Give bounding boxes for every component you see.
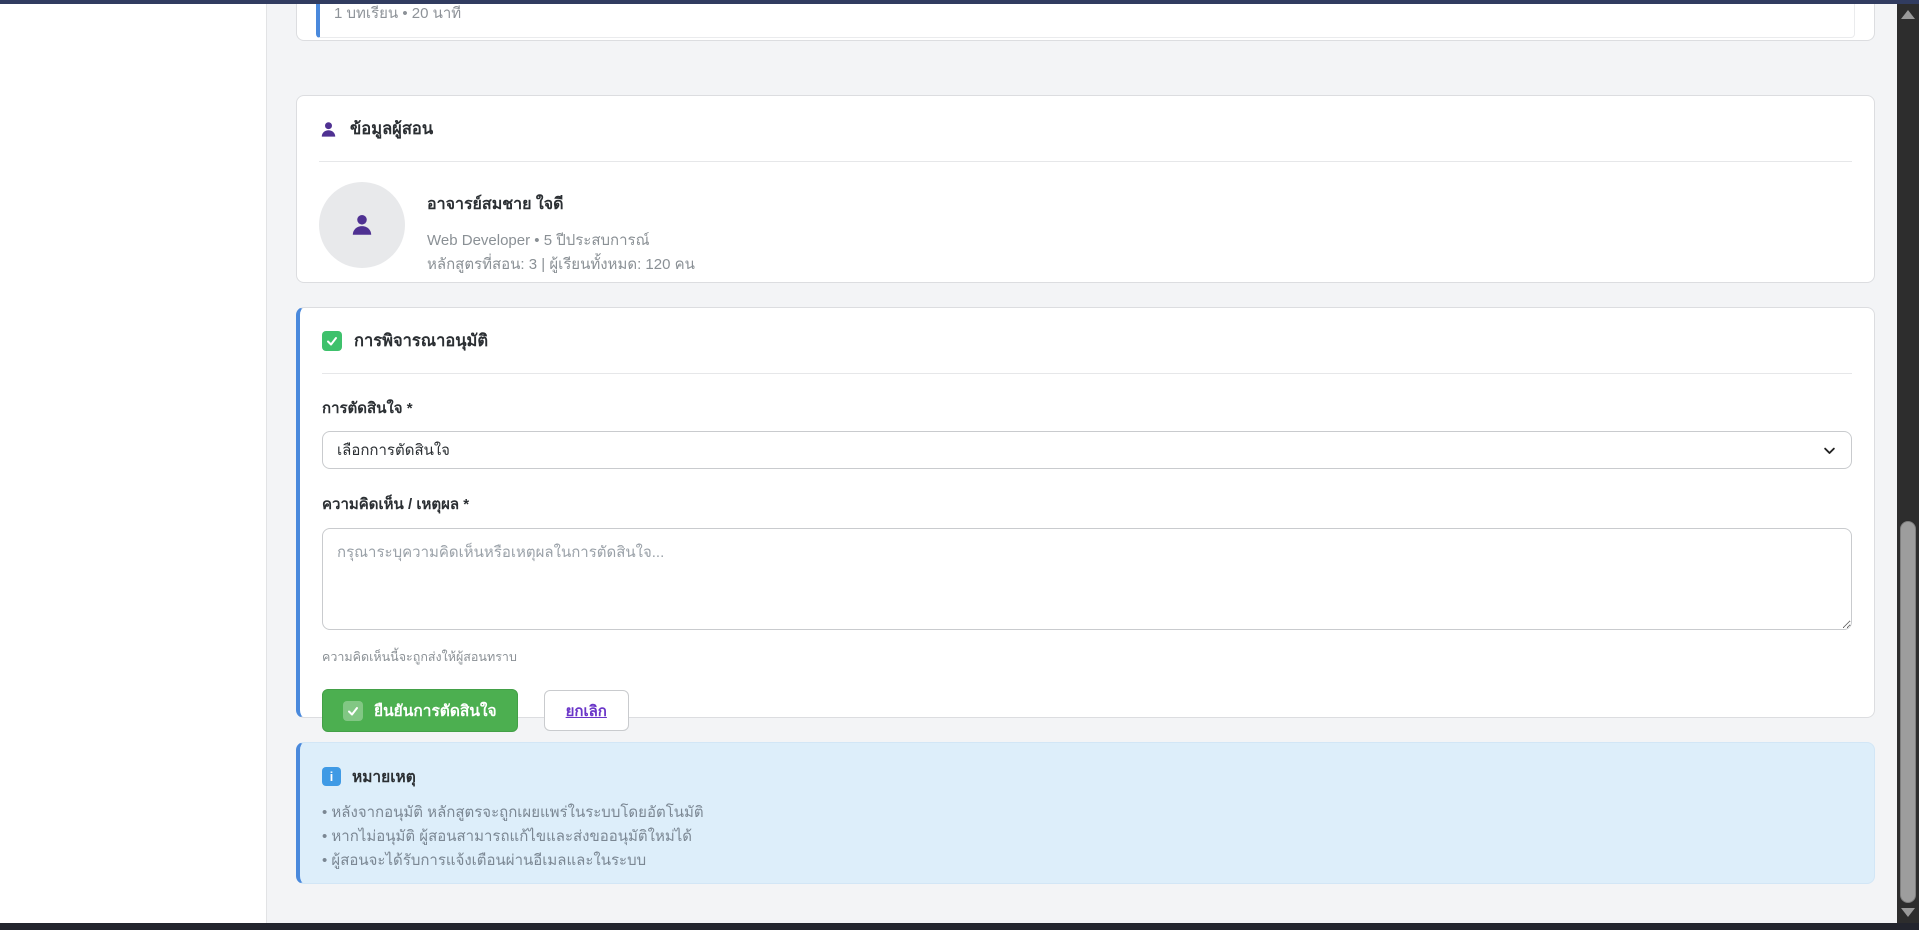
note-item: • หลังจากอนุมัติ หลักสูตรจะถูกเผยแพร่ในร… xyxy=(322,801,1852,825)
note-item: • หากไม่อนุมัติ ผู้สอนสามารถแก้ไขและส่งข… xyxy=(322,825,1852,849)
info-icon-glyph: i xyxy=(330,770,333,784)
note-items-list: • หลังจากอนุมัติ หลักสูตรจะถูกเผยแพร่ในร… xyxy=(322,801,1852,873)
instructor-details: อาจารย์สมชาย ใจดี Web Developer • 5 ปีปร… xyxy=(297,162,1874,297)
scroll-up-button[interactable] xyxy=(1901,10,1915,19)
instructor-avatar xyxy=(319,182,405,268)
comment-help-text: ความคิดเห็นนี้จะถูกส่งให้ผู้สอนทราบ xyxy=(322,647,1852,667)
instructor-info-card: ข้อมูลผู้สอน อาจารย์สมชาย ใจดี Web Devel… xyxy=(296,95,1875,283)
scroll-down-button[interactable] xyxy=(1901,908,1915,917)
cancel-button[interactable]: ยกเลิก xyxy=(544,690,629,731)
info-icon: i xyxy=(322,767,341,786)
instructor-name: อาจารย์สมชาย ใจดี xyxy=(427,192,695,217)
avatar-person-icon xyxy=(349,212,375,238)
scrollbar-thumb[interactable] xyxy=(1900,521,1916,903)
comment-textarea[interactable] xyxy=(322,528,1852,630)
chevron-down-icon xyxy=(1822,443,1837,458)
cancel-button-label: ยกเลิก xyxy=(566,699,607,723)
approval-card: การพิจารณาอนุมัติ การตัดสินใจ * เลือกการ… xyxy=(296,307,1875,718)
top-navbar-edge xyxy=(0,0,1919,4)
content-column: 1 บทเรียน • 20 นาที ข้อมูลผู้สอน xyxy=(296,4,1875,884)
approval-card-header: การพิจารณาอนุมัติ xyxy=(322,308,1852,374)
vertical-scrollbar[interactable] xyxy=(1897,4,1919,923)
note-card-title: หมายเหตุ xyxy=(352,764,416,789)
note-card: i หมายเหตุ • หลังจากอนุมัติ หลักสูตรจะถู… xyxy=(296,742,1875,884)
instructor-stats-line: หลักสูตรที่สอน: 3 | ผู้เรียนทั้งหมด: 120… xyxy=(427,253,695,277)
main-content-area: 1 บทเรียน • 20 นาที ข้อมูลผู้สอน xyxy=(268,4,1897,923)
approval-card-title: การพิจารณาอนุมัติ xyxy=(354,328,488,354)
lesson-item: 1 บทเรียน • 20 นาที xyxy=(316,4,1855,38)
bottom-footer-edge xyxy=(0,923,1919,930)
approval-form: การตัดสินใจ * เลือกการตัดสินใจ ความคิดเห… xyxy=(300,374,1874,754)
comment-label: ความคิดเห็น / เหตุผล * xyxy=(322,492,1852,516)
decision-label: การตัดสินใจ * xyxy=(322,396,1852,420)
lesson-meta-text: 1 บทเรียน • 20 นาที xyxy=(334,4,461,25)
instructor-card-title: ข้อมูลผู้สอน xyxy=(350,116,433,142)
note-item: • ผู้สอนจะได้รับการแจ้งเตือนผ่านอีเมลและ… xyxy=(322,849,1852,873)
decision-select[interactable]: เลือกการตัดสินใจ xyxy=(322,431,1852,469)
note-card-header: i หมายเหตุ xyxy=(322,764,1852,789)
person-icon xyxy=(319,120,338,139)
checkbox-checked-icon xyxy=(322,331,342,351)
action-buttons-row: ยืนยันการตัดสินใจ ยกเลิก xyxy=(322,689,1852,732)
instructor-card-header: ข้อมูลผู้สอน xyxy=(319,96,1852,162)
confirm-decision-button[interactable]: ยืนยันการตัดสินใจ xyxy=(322,689,518,732)
instructor-role-line: Web Developer • 5 ปีประสบการณ์ xyxy=(427,229,695,253)
left-sidebar xyxy=(0,4,267,923)
course-content-card-partial: 1 บทเรียน • 20 นาที xyxy=(296,4,1875,41)
instructor-text-block: อาจารย์สมชาย ใจดี Web Developer • 5 ปีปร… xyxy=(427,182,695,277)
confirm-button-label: ยืนยันการตัดสินใจ xyxy=(374,698,497,723)
decision-select-value: เลือกการตัดสินใจ xyxy=(337,438,450,462)
check-icon xyxy=(343,701,363,721)
